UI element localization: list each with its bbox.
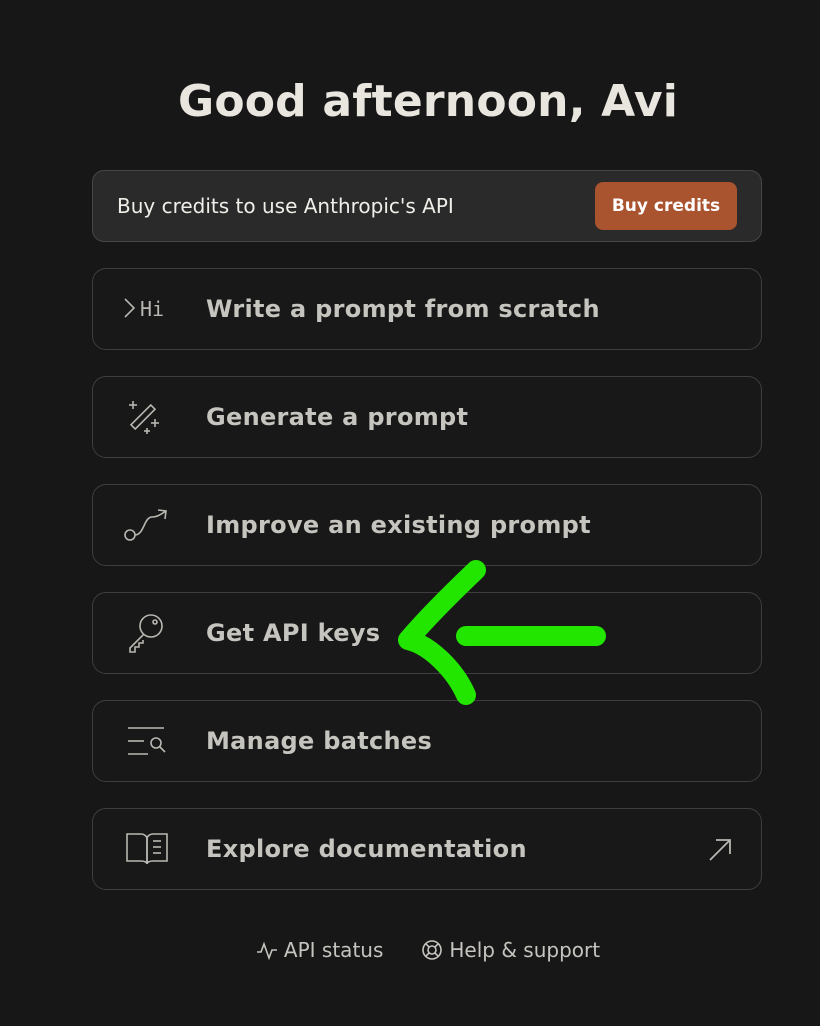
list-search-icon xyxy=(123,717,171,765)
generate-prompt-label: Generate a prompt xyxy=(206,403,469,431)
lifebuoy-icon xyxy=(422,940,443,960)
path-arrow-icon xyxy=(123,501,171,549)
help-support-label: Help & support xyxy=(449,938,601,962)
greeting-heading: Good afternoon, Avi xyxy=(178,76,678,127)
prompt-terminal-icon: Hi xyxy=(123,285,171,333)
magic-wand-icon xyxy=(123,393,171,441)
improve-prompt-card[interactable]: Improve an existing prompt xyxy=(92,484,762,566)
buy-credits-button[interactable]: Buy credits xyxy=(595,182,737,230)
manage-batches-card[interactable]: Manage batches xyxy=(92,700,762,782)
prompt-icon-text: Hi xyxy=(140,297,164,321)
explore-documentation-label: Explore documentation xyxy=(206,835,527,863)
footer-links: API status Help & support xyxy=(0,938,820,962)
key-icon xyxy=(123,609,171,657)
activity-icon xyxy=(256,941,277,960)
improve-prompt-label: Improve an existing prompt xyxy=(206,511,591,539)
api-status-link[interactable]: API status xyxy=(256,938,383,962)
write-prompt-card[interactable]: Hi Write a prompt from scratch xyxy=(92,268,762,350)
explore-documentation-card[interactable]: Explore documentation xyxy=(92,808,762,890)
help-support-link[interactable]: Help & support xyxy=(421,938,600,962)
buy-credits-banner: Buy credits to use Anthropic's API Buy c… xyxy=(92,170,762,242)
buy-credits-message: Buy credits to use Anthropic's API xyxy=(117,194,454,218)
external-link-icon xyxy=(709,839,731,861)
get-api-keys-label: Get API keys xyxy=(206,619,381,647)
generate-prompt-card[interactable]: Generate a prompt xyxy=(92,376,762,458)
book-icon xyxy=(123,825,171,873)
console-home-page: Good afternoon, Avi Buy credits to use A… xyxy=(0,0,820,1026)
api-status-label: API status xyxy=(283,938,384,962)
write-prompt-label: Write a prompt from scratch xyxy=(206,295,600,323)
manage-batches-label: Manage batches xyxy=(206,727,433,755)
get-api-keys-card[interactable]: Get API keys xyxy=(92,592,762,674)
